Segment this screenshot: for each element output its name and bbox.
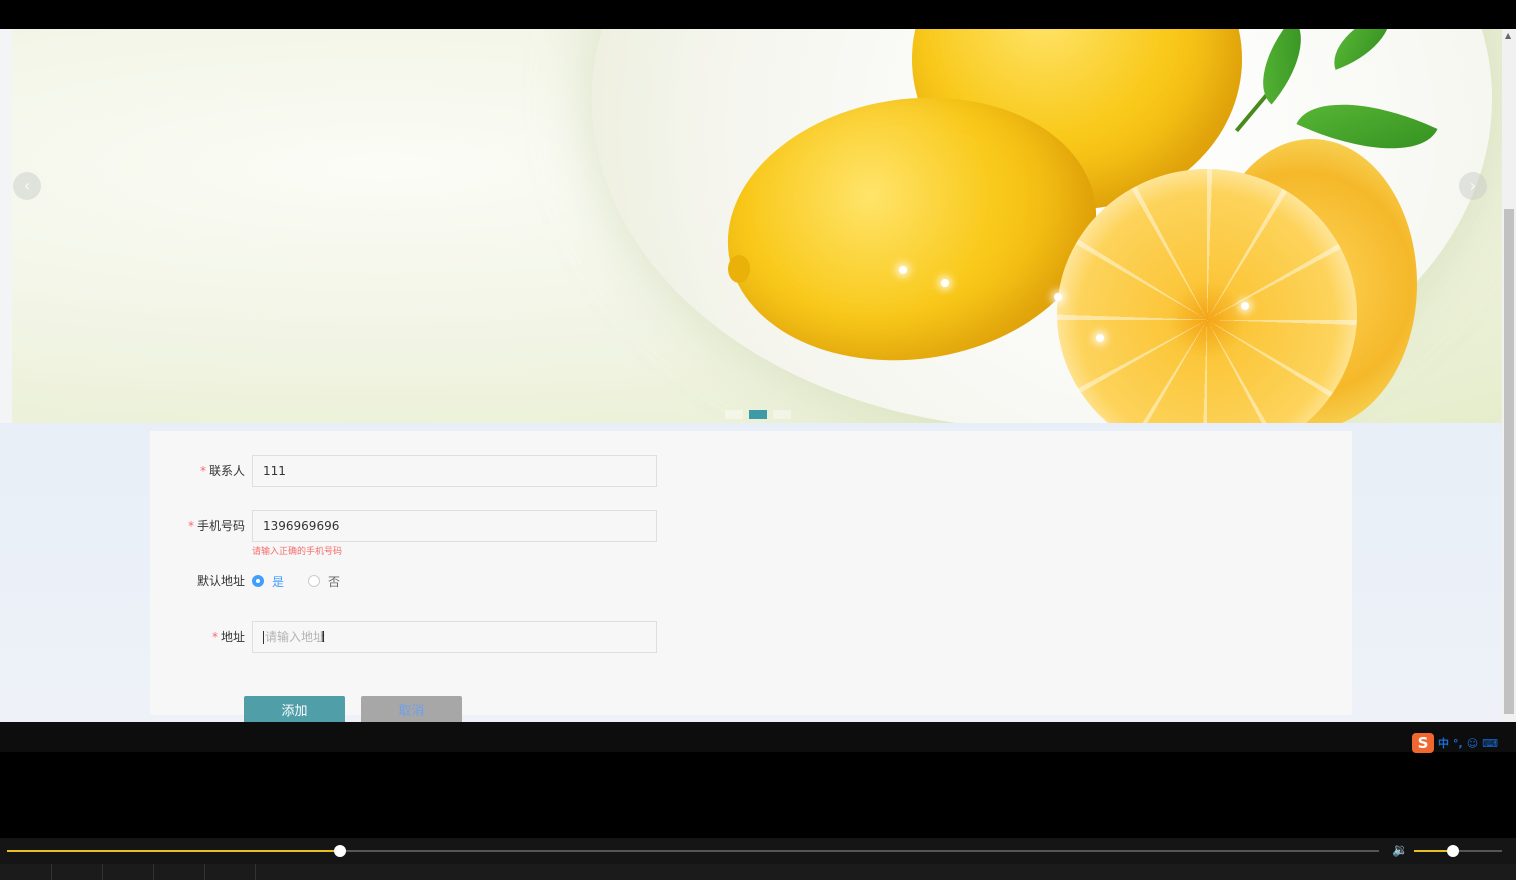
progress-bar[interactable] — [7, 845, 1379, 857]
sparkle — [941, 279, 949, 287]
required-mark: * — [211, 630, 218, 644]
sparkle — [1241, 302, 1249, 310]
carousel-indicator[interactable] — [773, 410, 791, 419]
player-bottom-cell — [153, 864, 205, 880]
progress-knob[interactable] — [334, 845, 347, 857]
contact-label: * 联系人 — [199, 464, 245, 478]
carousel-indicators — [725, 410, 791, 419]
ibeam-cursor-icon: I — [321, 628, 326, 646]
ime-keyboard-icon[interactable]: ⌨ — [1482, 737, 1498, 750]
bottom-dark-strip — [0, 722, 1516, 752]
carousel-indicator-active[interactable] — [749, 410, 767, 419]
radio-unchecked-icon — [308, 575, 321, 587]
default-address-row: 默认地址 是 否 — [150, 565, 850, 597]
radio-yes[interactable]: 是 — [252, 573, 284, 590]
ime-toolbar: S 中 °, ☺ ⌨ — [1412, 732, 1516, 754]
carousel-prev-button[interactable]: ‹ — [13, 172, 41, 200]
address-input[interactable]: 请输入地址 — [252, 621, 657, 653]
volume-slider[interactable] — [1414, 845, 1502, 857]
player-bottom-strip — [0, 864, 1516, 880]
carousel-banner: ‹ › — [12, 29, 1502, 423]
lemon-tip — [728, 255, 750, 283]
player-bottom-cell — [0, 864, 52, 880]
contact-row: * 联系人 111 — [150, 455, 850, 487]
sogou-logo-icon[interactable]: S — [1412, 733, 1434, 753]
video-player-controls: 🔉 — [0, 838, 1516, 880]
browser-viewport: ‹ › * 联系人 111 * 手机号码 1396969696 请输入正确的手机号码… — [0, 29, 1502, 722]
required-mark: * — [187, 519, 194, 533]
top-black-bar — [0, 0, 1516, 29]
default-address-label: 默认地址 — [196, 574, 245, 588]
scroll-thumb[interactable] — [1504, 209, 1514, 714]
radio-checked-icon — [252, 575, 264, 587]
phone-label: * 手机号码 — [187, 519, 245, 533]
player-bottom-cell — [204, 864, 256, 880]
address-row: * 地址 请输入地址 I — [150, 621, 850, 653]
carousel-indicator[interactable] — [725, 410, 743, 419]
ime-emoji-icon[interactable]: ☺ — [1467, 737, 1478, 750]
add-button[interactable]: 添加 — [244, 696, 345, 722]
default-address-radio-group: 是 否 — [252, 565, 364, 597]
volume-icon[interactable]: 🔉 — [1392, 843, 1408, 858]
address-placeholder: 请输入地址 — [265, 630, 326, 644]
phone-row: * 手机号码 1396969696 请输入正确的手机号码 — [150, 510, 850, 557]
cancel-button[interactable]: 取消 — [361, 696, 462, 722]
radio-no[interactable]: 否 — [308, 573, 340, 590]
ime-punctuation[interactable]: °, — [1453, 737, 1463, 750]
phone-input[interactable]: 1396969696 — [252, 510, 657, 542]
progress-fill — [7, 850, 341, 852]
ime-chinese-mode[interactable]: 中 — [1438, 735, 1449, 751]
address-form: * 联系人 111 * 手机号码 1396969696 请输入正确的手机号码 默认地… — [150, 431, 1352, 722]
volume-knob[interactable] — [1446, 845, 1459, 857]
carousel-next-button[interactable]: › — [1459, 172, 1487, 200]
player-bottom-cell — [51, 864, 103, 880]
address-label: * 地址 — [211, 630, 245, 644]
contact-input[interactable]: 111 — [252, 455, 657, 487]
player-bottom-cell — [102, 864, 154, 880]
radio-no-label: 否 — [328, 574, 341, 589]
sparkle — [1054, 293, 1062, 301]
sparkle — [1096, 334, 1104, 342]
left-margin — [0, 29, 12, 423]
chevron-right-icon: › — [1469, 176, 1477, 195]
text-caret — [263, 631, 264, 644]
required-mark: * — [199, 464, 206, 478]
chevron-left-icon: ‹ — [23, 176, 31, 195]
sparkle — [899, 266, 907, 274]
phone-error-message: 请输入正确的手机号码 — [252, 547, 343, 557]
page-scrollbar[interactable]: ▲ — [1502, 29, 1516, 722]
radio-yes-label: 是 — [272, 574, 285, 589]
scroll-up-icon[interactable]: ▲ — [1505, 31, 1511, 40]
